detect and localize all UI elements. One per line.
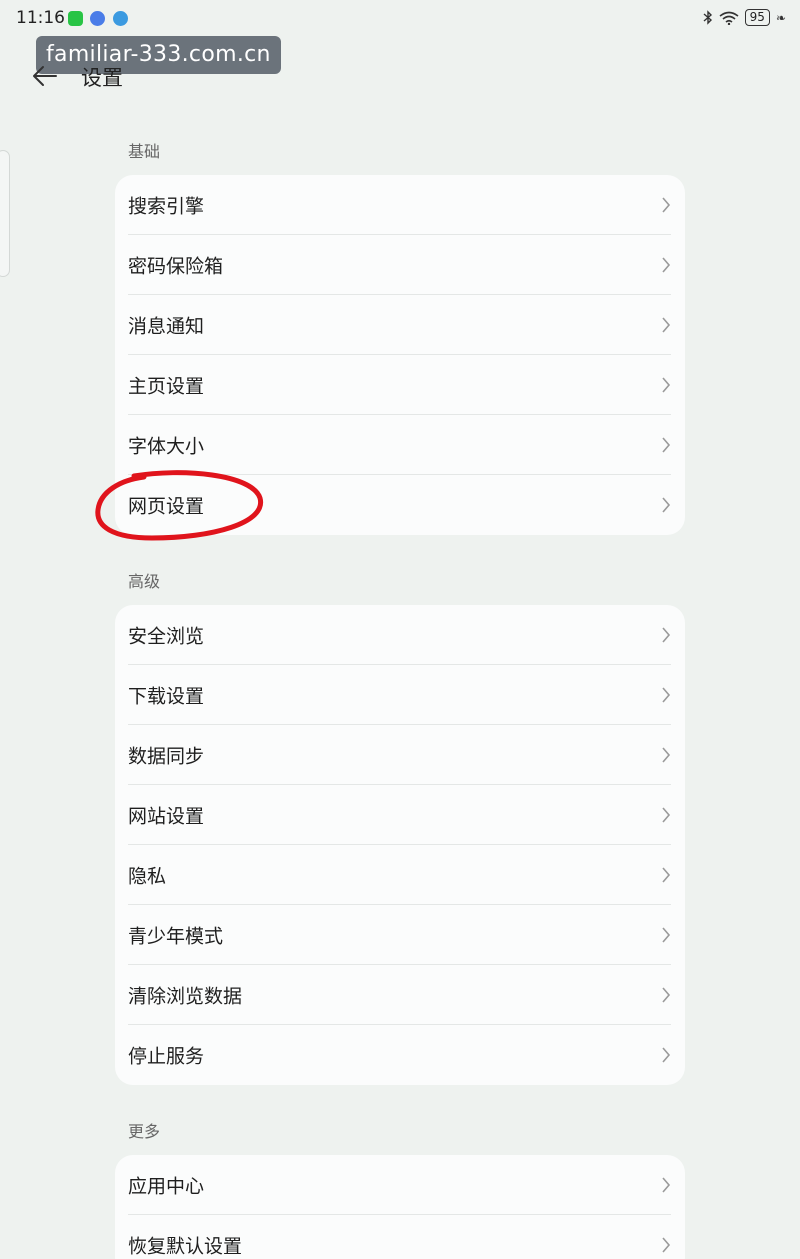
chevron-right-icon <box>662 807 671 823</box>
settings-row-label: 密码保险箱 <box>128 255 224 278</box>
settings-row-label: 青少年模式 <box>128 925 224 948</box>
chevron-right-icon <box>662 197 671 213</box>
settings-row-safe-browsing[interactable]: 安全浏览 <box>115 605 685 665</box>
chevron-right-icon <box>662 317 671 333</box>
chevron-right-icon <box>662 687 671 703</box>
settings-row-notifications[interactable]: 消息通知 <box>115 295 685 355</box>
settings-row-label: 安全浏览 <box>128 625 205 648</box>
music-icon <box>90 11 105 26</box>
page-title: 设置 <box>81 66 123 90</box>
chevron-right-icon <box>662 1047 671 1063</box>
edge-handle[interactable] <box>0 150 10 277</box>
settings-row-label: 数据同步 <box>128 745 205 768</box>
settings-row-search-engine[interactable]: 搜索引擎 <box>115 175 685 235</box>
settings-row-font-size[interactable]: 字体大小 <box>115 415 685 475</box>
chevron-right-icon <box>662 257 671 273</box>
settings-row-label: 停止服务 <box>128 1045 205 1068</box>
chevron-right-icon <box>662 1177 671 1193</box>
chevron-right-icon <box>662 1237 671 1253</box>
settings-row-label: 应用中心 <box>128 1175 205 1198</box>
settings-row-stop-service[interactable]: 停止服务 <box>115 1025 685 1085</box>
settings-row-webpage[interactable]: 网页设置 <box>115 475 685 535</box>
settings-row-homepage[interactable]: 主页设置 <box>115 355 685 415</box>
section-label-more: 更多 <box>128 1122 161 1141</box>
chevron-right-icon <box>662 627 671 643</box>
wechat-icon <box>68 11 83 26</box>
settings-row-downloads[interactable]: 下载设置 <box>115 665 685 725</box>
settings-row-privacy[interactable]: 隐私 <box>115 845 685 905</box>
settings-row-label: 字体大小 <box>128 435 205 458</box>
section-label-basic: 基础 <box>128 142 161 161</box>
chevron-right-icon <box>662 747 671 763</box>
settings-row-restore-defaults[interactable]: 恢复默认设置 <box>115 1215 685 1259</box>
chevron-right-icon <box>662 437 671 453</box>
status-right: 95 ❧ <box>703 9 786 26</box>
settings-row-label: 网页设置 <box>128 495 205 518</box>
leaf-icon: ❧ <box>775 10 786 25</box>
settings-row-label: 消息通知 <box>128 315 205 338</box>
status-time: 11:16 <box>16 8 65 28</box>
settings-row-label: 恢复默认设置 <box>128 1235 243 1258</box>
settings-card-basic: 搜索引擎 密码保险箱 消息通知 主页设置 字体大小 网页设置 <box>115 175 685 535</box>
settings-row-label: 隐私 <box>128 865 167 888</box>
browser-icon <box>113 11 128 26</box>
bluetooth-icon <box>703 10 713 25</box>
settings-row-label: 搜索引擎 <box>128 195 205 218</box>
status-bar: 11:16 95 ❧ <box>0 0 800 40</box>
chevron-right-icon <box>662 927 671 943</box>
arrow-left-icon[interactable] <box>30 60 62 92</box>
settings-row-label: 清除浏览数据 <box>128 985 243 1008</box>
settings-row-app-center[interactable]: 应用中心 <box>115 1155 685 1215</box>
chevron-right-icon <box>662 867 671 883</box>
section-label-advanced: 高级 <box>128 572 161 591</box>
settings-row-label: 主页设置 <box>128 375 205 398</box>
settings-card-advanced: 安全浏览 下载设置 数据同步 网站设置 隐私 青少年模式 清除浏览数据 停止服务 <box>115 605 685 1085</box>
battery-indicator: 95 <box>744 9 770 26</box>
wifi-icon <box>719 11 739 25</box>
chevron-right-icon <box>662 377 671 393</box>
settings-row-label: 下载设置 <box>128 685 205 708</box>
watermark: familiar-333.com.cn <box>36 36 281 74</box>
settings-card-more: 应用中心 恢复默认设置 <box>115 1155 685 1259</box>
settings-row-label: 网站设置 <box>128 805 205 828</box>
settings-row-site-settings[interactable]: 网站设置 <box>115 785 685 845</box>
settings-row-password-vault[interactable]: 密码保险箱 <box>115 235 685 295</box>
settings-row-teen-mode[interactable]: 青少年模式 <box>115 905 685 965</box>
settings-row-clear-browsing-data[interactable]: 清除浏览数据 <box>115 965 685 1025</box>
settings-row-data-sync[interactable]: 数据同步 <box>115 725 685 785</box>
settings-page: 11:16 95 ❧ familiar-333.com.cn 设置 基础 搜索引… <box>0 0 800 1259</box>
chevron-right-icon <box>662 987 671 1003</box>
chevron-right-icon <box>662 497 671 513</box>
